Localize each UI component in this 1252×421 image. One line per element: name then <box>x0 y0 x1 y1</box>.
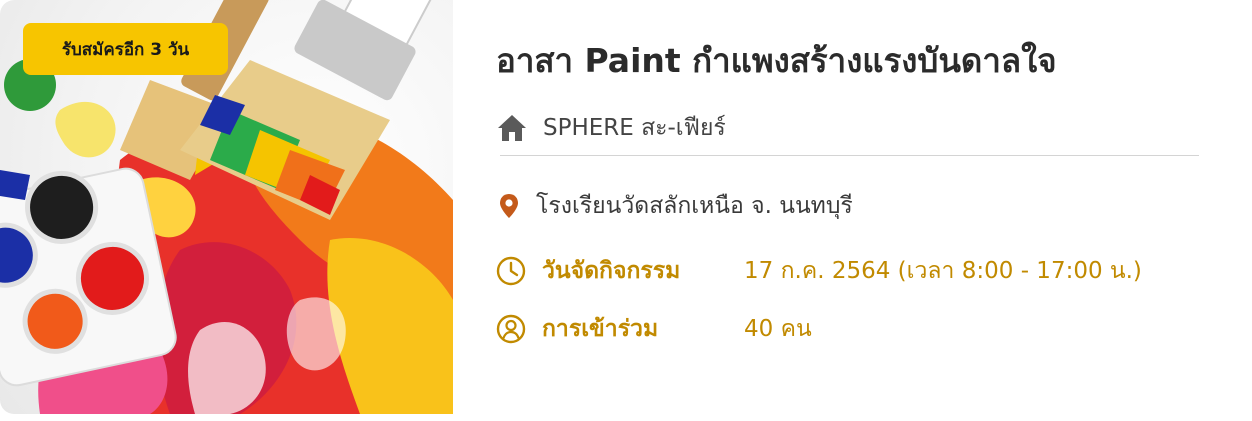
activity-title[interactable]: อาสา Paint กำแพงสร้างแรงบันดาลใจ <box>496 34 1216 87</box>
date-label: วันจัดกิจกรรม <box>542 258 681 284</box>
date-value: 17 ก.ค. 2564 (เวลา 8:00 - 17:00 น.) <box>744 258 1142 284</box>
organizer-name: SPHERE สะ-เฟียร์ <box>543 115 726 141</box>
location-text: โรงเรียนวัดสลักเหนือ จ. นนทบุรี <box>536 193 853 219</box>
activity-card[interactable]: รับสมัครอีก 3 วัน อาสา Paint กำแพงสร้างแ… <box>0 0 1252 421</box>
map-pin-icon <box>498 193 520 219</box>
participants-row: การเข้าร่วม 40 คน <box>496 311 812 347</box>
clock-icon <box>496 256 526 286</box>
location-row: โรงเรียนวัดสลักเหนือ จ. นนทบุรี <box>498 188 853 224</box>
activity-image[interactable]: รับสมัครอีก 3 วัน <box>0 0 453 414</box>
user-circle-icon <box>496 314 526 344</box>
registration-badge: รับสมัครอีก 3 วัน <box>23 23 228 75</box>
organizer-row[interactable]: SPHERE สะ-เฟียร์ <box>496 110 726 146</box>
participants-value: 40 คน <box>744 316 812 342</box>
home-icon <box>496 113 528 143</box>
date-row: วันจัดกิจกรรม 17 ก.ค. 2564 (เวลา 8:00 - … <box>496 253 1142 289</box>
divider <box>500 155 1199 156</box>
participants-label: การเข้าร่วม <box>542 316 659 342</box>
